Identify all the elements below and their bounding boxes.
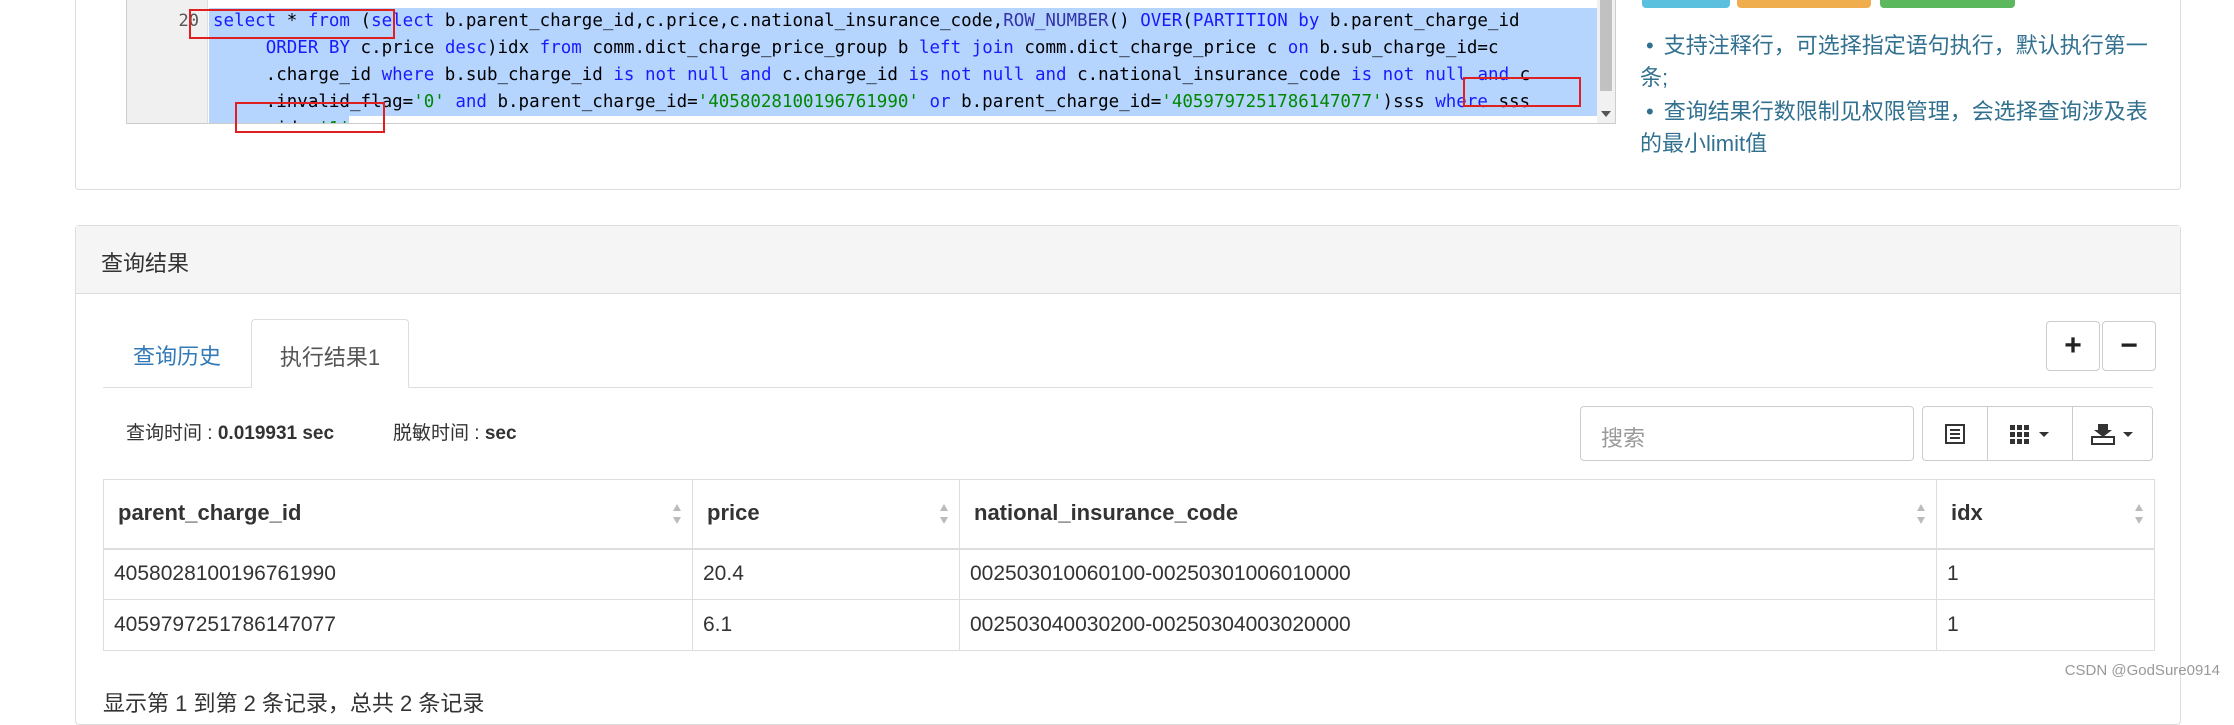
caret-down-icon: [2039, 431, 2049, 437]
annotation-box: [189, 9, 395, 39]
column-header[interactable]: national_insurance_code: [959, 479, 1937, 550]
table-row: 4058028100196761990 20.4 002503010060100…: [103, 548, 2155, 600]
result-panel: 查询结果 查询历史 执行结果1 + − 查询时间 : 0.019931 sec …: [75, 225, 2181, 725]
sort-icon: [673, 504, 681, 524]
code-line: .invalid_flag='0' and b.parent_charge_id…: [213, 92, 1531, 112]
editor-scrollbar[interactable]: [1597, 0, 1615, 123]
column-header[interactable]: parent_charge_id: [103, 479, 693, 550]
tip-item: • 支持注释行，可选择指定语句执行，默认执行第一条;: [1640, 33, 2148, 90]
column-header[interactable]: idx: [1936, 479, 2155, 550]
grid-columns-icon: [2010, 424, 2029, 444]
panel-title: 查询结果: [101, 251, 190, 276]
panel-heading: 查询结果: [76, 226, 2180, 294]
code-line: ORDER BY c.price desc)idx from comm.dict…: [265, 38, 1499, 58]
toggle-view-button[interactable]: [1922, 406, 1988, 461]
mask-time: 脱敏时间 : sec: [393, 423, 517, 444]
export-button[interactable]: [2072, 406, 2153, 461]
table-cell: 6.1: [692, 599, 960, 651]
format-button[interactable]: [1737, 0, 1871, 8]
query-time: 查询时间 : 0.019931 sec: [126, 423, 335, 444]
caret-down-icon: [2122, 431, 2133, 437]
table-cell: 20.4: [692, 548, 960, 600]
result-table: parent_charge_id price national_insuranc…: [103, 479, 2155, 651]
table-header-row: parent_charge_id price national_insuranc…: [103, 479, 2155, 550]
tips-list: • 支持注释行，可选择指定语句执行，默认执行第一条; • 查询结果行数限制见权限管理…: [1640, 30, 2150, 160]
pagination-info: 显示第 1 到第 2 条记录，总共 2 条记录: [103, 691, 485, 716]
sort-icon: [1917, 504, 1925, 524]
tab-query-history[interactable]: 查询历史: [103, 319, 251, 388]
code-area[interactable]: select * from (select b.parent_charge_id…: [209, 0, 1597, 123]
code-line: select * from (select b.parent_charge_id…: [213, 11, 1520, 31]
scroll-down-icon[interactable]: [1601, 111, 1611, 117]
table-cell: 4059797251786147077: [103, 599, 693, 651]
search-input[interactable]: 搜索: [1580, 406, 1914, 461]
add-tab-button[interactable]: +: [2046, 321, 2100, 371]
save-button[interactable]: [1880, 0, 2015, 8]
tab-result-1[interactable]: 执行结果1: [251, 319, 409, 388]
remove-tab-button[interactable]: −: [2102, 321, 2156, 371]
export-icon: [2090, 423, 2115, 445]
columns-button[interactable]: [1987, 406, 2073, 461]
table-cell: 1: [1936, 548, 2155, 600]
sort-icon: [940, 504, 948, 524]
table-cell: 4058028100196761990: [103, 548, 693, 600]
table-cell: 002503040030200-00250304003020000: [959, 599, 1937, 651]
annotation-box: [1463, 77, 1581, 107]
watermark: CSDN @GodSure0914: [2064, 662, 2220, 679]
annotation-box: [235, 102, 385, 133]
table-cell: 1: [1936, 599, 2155, 651]
tabs-divider: [103, 387, 2153, 388]
column-header[interactable]: price: [692, 479, 960, 550]
sort-icon: [2135, 504, 2143, 524]
run-button[interactable]: [1642, 0, 1730, 8]
table-row: 4059797251786147077 6.1 002503040030200-…: [103, 599, 2155, 651]
code-line: .charge_id where b.sub_charge_id is not …: [213, 65, 1531, 85]
tip-item: • 查询结果行数限制见权限管理，会选择查询涉及表的最小limit值: [1640, 99, 2148, 156]
list-view-icon: [1945, 423, 1965, 444]
table-cell: 002503010060100-00250301006010000: [959, 548, 1937, 600]
scroll-thumb[interactable]: [1600, 0, 1612, 91]
